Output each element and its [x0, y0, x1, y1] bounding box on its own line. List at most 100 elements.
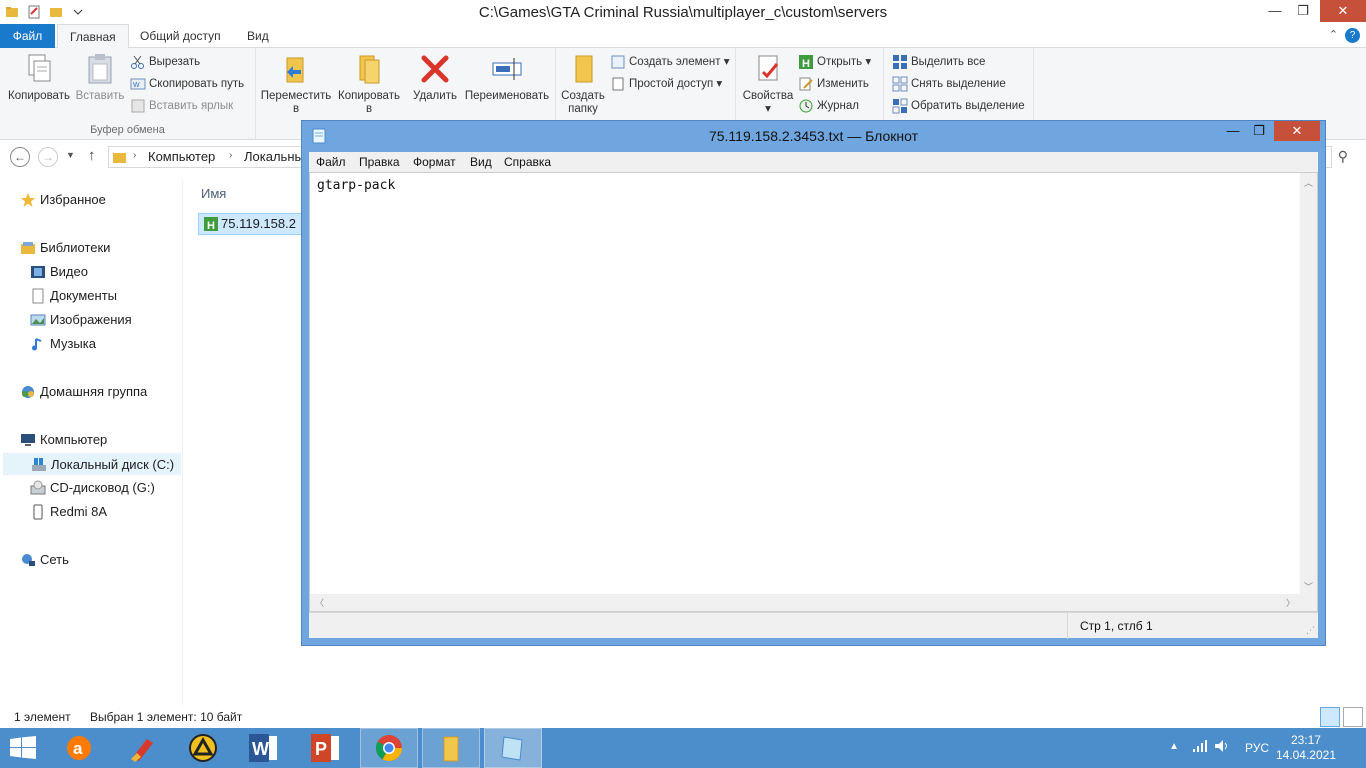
tab-share[interactable]: Общий доступ: [128, 24, 233, 48]
delete-icon: [421, 55, 449, 83]
taskbar-ccleaner[interactable]: [114, 728, 172, 768]
search-icon[interactable]: ⚲: [1338, 148, 1348, 165]
music-icon: [32, 338, 42, 351]
nav-homegroup[interactable]: Домашняя группа: [20, 381, 147, 403]
nav-libraries[interactable]: Библиотеки: [20, 237, 110, 259]
scroll-right-icon[interactable]: 〉: [1286, 596, 1295, 609]
paste-shortcut-button[interactable]: Вставить ярлык: [130, 97, 233, 115]
taskbar-word[interactable]: W: [234, 728, 292, 768]
status-bar: 1 элемент Выбран 1 элемент: 10 байт: [0, 705, 1366, 728]
volume-icon[interactable]: [1214, 739, 1230, 756]
nav-documents[interactable]: Документы: [30, 285, 117, 307]
close-button[interactable]: ✕: [1320, 0, 1366, 22]
new-item-icon: [611, 55, 625, 69]
history-button[interactable]: Журнал: [798, 97, 859, 115]
menu-file[interactable]: Файл: [316, 155, 346, 169]
notepad-minimize-button[interactable]: —: [1219, 121, 1247, 141]
taskbar-powerpoint[interactable]: P: [296, 728, 354, 768]
nav-music[interactable]: Музыка: [30, 333, 96, 355]
menu-view[interactable]: Вид: [470, 155, 492, 169]
details-view-icon[interactable]: [1320, 707, 1340, 727]
nav-redmi[interactable]: Redmi 8A: [30, 501, 107, 523]
nav-computer[interactable]: Компьютер: [20, 429, 107, 451]
menu-format[interactable]: Формат: [413, 155, 456, 169]
move-to-button[interactable]: Переместить в: [260, 52, 332, 116]
new-item-button[interactable]: Создать элемент ▾: [610, 53, 730, 71]
documents-icon: [32, 288, 44, 304]
nav-favorites[interactable]: Избранное: [20, 189, 106, 211]
video-icon: [31, 266, 45, 278]
clock-time: 23:17: [1290, 733, 1321, 747]
scroll-left-icon[interactable]: 〈: [315, 596, 324, 609]
minimize-button[interactable]: —: [1260, 0, 1290, 22]
copy-path-button[interactable]: W Скопировать путь: [130, 75, 244, 93]
delete-button[interactable]: Удалить: [410, 52, 460, 103]
nav-video[interactable]: Видео: [30, 261, 88, 283]
collapse-ribbon-icon[interactable]: ⌃: [1329, 28, 1338, 41]
edit-button[interactable]: Изменить: [798, 75, 869, 93]
open-button[interactable]: H Открыть ▾: [798, 53, 871, 71]
images-icon: [30, 314, 46, 326]
easy-access-button[interactable]: Простой доступ ▾: [610, 75, 722, 93]
nav-images[interactable]: Изображения: [30, 309, 132, 331]
up-arrow-icon[interactable]: ↑: [88, 147, 96, 164]
ccleaner-icon: [131, 739, 153, 762]
help-icon[interactable]: ?: [1345, 28, 1360, 43]
cd-drive-icon: [30, 480, 46, 495]
signal-icon[interactable]: [1192, 739, 1208, 756]
cut-button[interactable]: Вырезать: [130, 53, 200, 71]
svg-text:W: W: [252, 739, 269, 759]
breadcrumb-local-disk[interactable]: Локальны: [244, 149, 304, 164]
select-all-button[interactable]: Выделить все: [892, 53, 985, 71]
nav-cd-drive[interactable]: CD-дисковод (G:): [30, 477, 155, 499]
svg-text:H: H: [802, 58, 810, 70]
show-hidden-icons-icon[interactable]: ▲: [1169, 741, 1179, 752]
select-none-button[interactable]: Снять выделение: [892, 75, 1006, 93]
horizontal-scrollbar[interactable]: 〈 〉: [310, 594, 1300, 611]
vertical-scrollbar[interactable]: ︿ ﹀: [1300, 173, 1317, 596]
notepad-maximize-button[interactable]: ❐: [1245, 121, 1273, 141]
tab-view[interactable]: Вид: [235, 24, 281, 48]
maximize-button[interactable]: ❐: [1288, 0, 1318, 22]
invert-selection-button[interactable]: Обратить выделение: [892, 97, 1025, 115]
paste-button[interactable]: Вставить: [74, 52, 126, 103]
back-button[interactable]: ←: [10, 147, 30, 167]
breadcrumb-computer[interactable]: Компьютер: [148, 149, 215, 164]
copy-to-button[interactable]: Копировать в: [334, 52, 404, 116]
select-none-icon: [892, 76, 908, 92]
notepad-window: 75.119.158.2.3453.txt — Блокнот — ❐ ✕ Фа…: [301, 120, 1326, 646]
forward-button[interactable]: →: [38, 147, 58, 167]
tab-home[interactable]: Главная: [57, 24, 129, 49]
notepad-close-button[interactable]: ✕: [1274, 121, 1320, 141]
clock[interactable]: 23:17 14.04.2021: [1276, 733, 1336, 763]
column-header-name[interactable]: Имя: [201, 186, 226, 201]
powerpoint-icon: P: [311, 734, 339, 762]
taskbar-notepad[interactable]: [484, 728, 542, 768]
taskbar-explorer[interactable]: [422, 728, 480, 768]
scroll-down-icon[interactable]: ﹀: [1304, 580, 1313, 593]
properties-icon: [758, 55, 779, 81]
word-icon: W: [249, 734, 277, 762]
recent-locations-icon[interactable]: ▼: [66, 150, 75, 160]
language-indicator[interactable]: РУС: [1245, 741, 1269, 755]
taskbar-chrome[interactable]: [360, 728, 418, 768]
file-app-icon: H: [204, 217, 218, 232]
menu-help[interactable]: Справка: [504, 155, 551, 169]
rename-button[interactable]: Переименовать: [460, 52, 554, 103]
new-folder-button[interactable]: Создать папку: [560, 52, 606, 116]
scroll-up-icon[interactable]: ︿: [1304, 176, 1313, 189]
file-item[interactable]: H 75.119.158.2: [198, 213, 318, 235]
start-button[interactable]: [0, 728, 46, 768]
properties-button[interactable]: Свойства ▾: [740, 52, 796, 116]
resize-grip-icon[interactable]: ⋰: [1306, 625, 1315, 636]
copy-button[interactable]: Копировать: [6, 52, 72, 103]
taskbar-avast[interactable]: a: [50, 728, 108, 768]
taskbar-archicad[interactable]: [174, 728, 232, 768]
nav-local-disk[interactable]: Локальный диск (C:): [3, 453, 181, 475]
nav-network[interactable]: Сеть: [20, 549, 69, 571]
computer-icon: [21, 434, 35, 446]
tiles-view-icon[interactable]: [1343, 707, 1363, 727]
tab-file[interactable]: Файл: [0, 24, 55, 48]
menu-edit[interactable]: Правка: [359, 155, 400, 169]
notepad-text-area[interactable]: gtarp-pack ︿ ﹀ 〈 〉: [309, 172, 1318, 612]
